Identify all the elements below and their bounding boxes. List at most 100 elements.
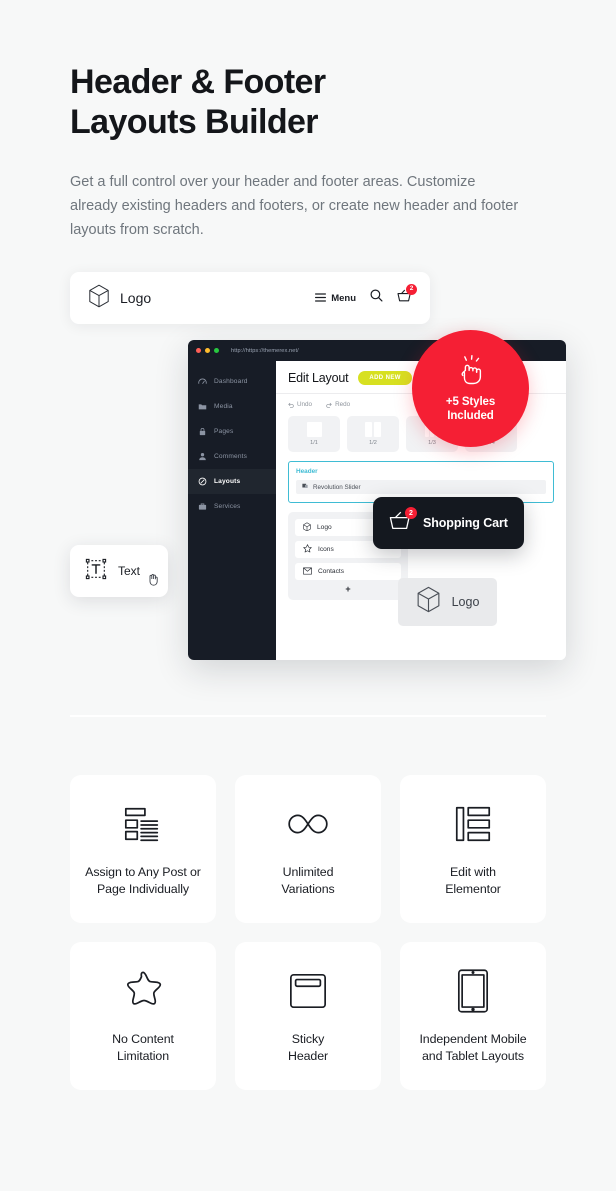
- header-section-label: Header: [296, 468, 318, 475]
- feature-card-unlimited-variations[interactable]: Unlimited Variations: [235, 775, 381, 923]
- page-description: Get a full control over your header and …: [70, 174, 519, 238]
- column-glyph-2: [365, 422, 381, 437]
- element-label: Logo: [317, 524, 332, 531]
- feature-card-edit-with-elementor[interactable]: Edit with Elementor: [400, 775, 546, 923]
- shopping-cart-card[interactable]: 2 Shopping Cart: [373, 497, 524, 549]
- add-element-button[interactable]: +: [295, 585, 401, 594]
- infinity-icon: [284, 800, 332, 848]
- styles-badge-text: +5 Styles Included: [446, 395, 495, 423]
- cart-card-count-badge: 2: [405, 507, 417, 519]
- window-minimize-dot[interactable]: [205, 348, 210, 353]
- sidebar-item-media[interactable]: Media: [188, 394, 276, 419]
- lock-icon: [198, 427, 207, 436]
- feature-label-line2: Limitation: [116, 1049, 170, 1063]
- layout-list-icon: [122, 800, 164, 848]
- styles-included-badge: +5 Styles Included: [412, 330, 529, 447]
- section-divider: [70, 715, 546, 717]
- column-preset-1-2[interactable]: 1/2: [347, 416, 399, 452]
- search-icon[interactable]: [370, 289, 383, 307]
- sidebar-label: Dashboard: [214, 378, 248, 385]
- feature-label-line1: Assign to Any Post or: [85, 865, 201, 879]
- cart-count-badge: 2: [406, 284, 417, 295]
- sidebar-label: Media: [214, 403, 233, 410]
- feature-label-line1: Sticky: [291, 1032, 325, 1046]
- thumbs-up-icon: [455, 354, 487, 390]
- logo-widget-label: Logo: [451, 595, 480, 609]
- sidebar-label: Services: [214, 503, 241, 510]
- feature-label-line2: Header: [287, 1049, 329, 1063]
- sidebar-item-dashboard[interactable]: Dashboard: [188, 369, 276, 394]
- logo-widget-card[interactable]: Logo: [398, 578, 497, 626]
- header-preview-cart-button[interactable]: 2: [397, 284, 417, 307]
- media-folder-icon: [198, 402, 207, 411]
- window-close-dot[interactable]: [196, 348, 201, 353]
- envelope-icon: [303, 567, 312, 577]
- panel-title: Edit Layout: [288, 371, 349, 385]
- feature-card-sticky-header[interactable]: Sticky Header: [235, 942, 381, 1090]
- cube-logo-icon: [416, 586, 441, 618]
- revolution-slider-widget[interactable]: Revolution Slider: [296, 480, 546, 494]
- feature-label: Edit with Elementor: [445, 864, 501, 898]
- feature-label-line2: Page Individually: [97, 882, 189, 896]
- sidebar-label: Layouts: [214, 478, 241, 485]
- hand-cursor-icon: [147, 573, 159, 591]
- feature-card-assign-post[interactable]: Assign to Any Post or Page Individually: [70, 775, 216, 923]
- column-preset-label: 1/2: [369, 440, 377, 446]
- window-maximize-dot[interactable]: [214, 348, 219, 353]
- star-icon: [303, 544, 312, 555]
- sidebar-item-comments[interactable]: Comments: [188, 444, 276, 469]
- feature-label: No Content Limitation: [112, 1031, 174, 1065]
- sidebar-item-layouts[interactable]: Layouts: [188, 469, 276, 494]
- header-preview-actions: Menu 2: [315, 284, 417, 307]
- column-preset-label: 1/1: [310, 440, 318, 446]
- feature-label-line1: Independent Mobile: [419, 1032, 527, 1046]
- feature-label-line1: Unlimited: [282, 865, 334, 879]
- sidebar-label: Pages: [214, 428, 234, 435]
- feature-label: Unlimited Variations: [281, 864, 334, 898]
- undo-label: Undo: [297, 401, 313, 408]
- text-tool-icon: [84, 557, 108, 586]
- tablet-icon: [456, 967, 490, 1015]
- admin-sidebar: Dashboard Media Pages Comments Layouts S…: [188, 361, 276, 660]
- column-glyph-1: [306, 422, 322, 437]
- dashboard-icon: [198, 377, 207, 386]
- features-grid: Assign to Any Post or Page Individually …: [70, 775, 546, 1090]
- add-new-button[interactable]: ADD NEW: [358, 371, 412, 385]
- header-preview-logo[interactable]: Logo: [88, 284, 151, 313]
- feature-label-line2: Elementor: [445, 882, 501, 896]
- sticky-header-icon: [288, 967, 328, 1015]
- star-outline-icon: [120, 967, 166, 1015]
- shopping-cart-card-label: Shopping Cart: [423, 516, 508, 530]
- cube-logo-icon: [88, 284, 110, 313]
- layouts-icon: [198, 477, 207, 486]
- redo-label: Redo: [335, 401, 351, 408]
- page-title: Header & Footer Layouts Builder: [70, 0, 546, 142]
- hamburger-menu-icon: [315, 289, 327, 307]
- browser-url-text[interactable]: http://https://themerex.net/: [231, 348, 299, 354]
- element-label: Contacts: [318, 568, 345, 575]
- feature-card-no-content-limitation[interactable]: No Content Limitation: [70, 942, 216, 1090]
- feature-card-mobile-tablet-layouts[interactable]: Independent Mobile and Tablet Layouts: [400, 942, 546, 1090]
- feature-label: Assign to Any Post or Page Individually: [85, 864, 201, 898]
- text-widget-label: Text: [118, 564, 141, 578]
- undo-button[interactable]: Undo: [288, 401, 312, 408]
- column-preset-1-1[interactable]: 1/1: [288, 416, 340, 452]
- feature-label: Sticky Header: [288, 1031, 328, 1065]
- slider-widget-icon: [302, 483, 308, 491]
- header-preview-menu-button[interactable]: Menu: [315, 289, 356, 307]
- redo-button[interactable]: Redo: [326, 401, 350, 408]
- text-widget-card[interactable]: Text: [70, 545, 168, 597]
- element-label: Icons: [318, 546, 334, 553]
- feature-label-line1: No Content: [112, 1032, 174, 1046]
- header-preview-menu-label: Menu: [331, 292, 356, 304]
- briefcase-icon: [198, 502, 207, 511]
- sidebar-item-services[interactable]: Services: [188, 494, 276, 519]
- feature-label-line1: Edit with: [450, 865, 496, 879]
- column-preset-label: 1/3: [428, 440, 436, 446]
- revolution-slider-label: Revolution Slider: [313, 483, 361, 491]
- element-item-contacts[interactable]: Contacts: [295, 563, 401, 580]
- cart-card-icon-wrap: 2: [389, 507, 417, 535]
- user-icon: [198, 452, 207, 461]
- sidebar-item-pages[interactable]: Pages: [188, 419, 276, 444]
- page-title-line2: Layouts Builder: [70, 103, 319, 141]
